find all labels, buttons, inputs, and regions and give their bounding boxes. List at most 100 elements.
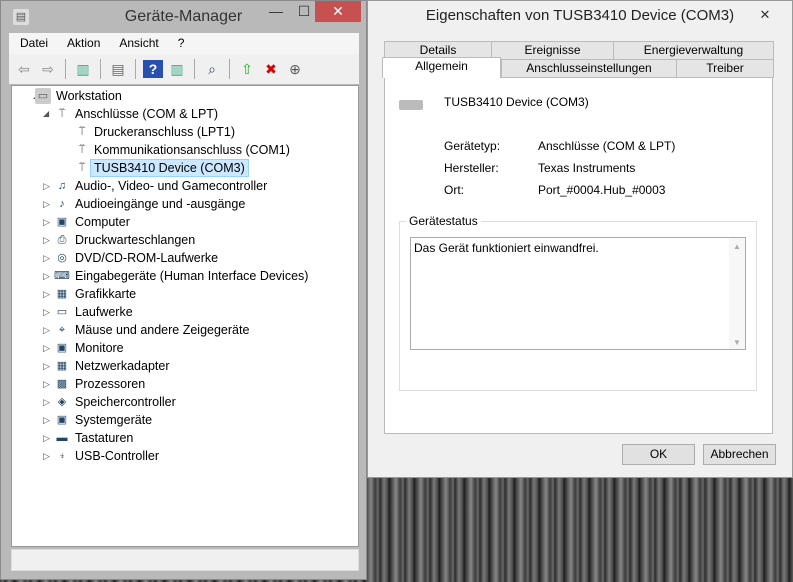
tab-ereignisse[interactable]: Ereignisse	[491, 41, 614, 60]
menu-bar: Datei Aktion Ansicht ?	[9, 33, 359, 54]
field-label: Hersteller:	[444, 161, 499, 175]
tab-energieverwaltung[interactable]: Energieverwaltung	[613, 41, 774, 60]
tab-panel-allgemein: TUSB3410 Device (COM3) Gerätetyp: Anschl…	[384, 77, 773, 434]
category-icon: ♪	[59, 198, 65, 210]
close-button[interactable]: ✕	[315, 1, 361, 22]
category-icon: ▬	[56, 432, 68, 444]
tree-label: Kommunikationsanschluss (COM1)	[94, 143, 290, 157]
category-icon: ▭	[56, 306, 68, 318]
tab-allgemein[interactable]: Allgemein	[382, 57, 501, 78]
ok-button[interactable]: OK	[622, 444, 695, 465]
expand-icon[interactable]: ▷	[43, 447, 53, 465]
field-value: Texas Instruments	[538, 161, 636, 175]
expand-icon[interactable]: ▷	[43, 429, 53, 447]
status-textbox[interactable]: Das Gerät funktioniert einwandfrei. ▲ ▼	[410, 237, 746, 350]
category-icon: ⍖	[58, 450, 66, 462]
tree-label: Monitore	[75, 341, 124, 355]
dialog-title: Eigenschaften von TUSB3410 Device (COM3)	[425, 7, 735, 24]
category-icon: ♫	[57, 180, 67, 192]
minimize-button[interactable]: —	[261, 1, 291, 22]
tree-label: Prozessoren	[75, 377, 146, 391]
tree-label: Grafikkarte	[75, 287, 137, 301]
properties-icon[interactable]: ▤	[108, 60, 128, 78]
tree-label: Systemgeräte	[75, 413, 153, 427]
field-value: Anschlüsse (COM & LPT)	[538, 139, 676, 153]
forward-arrow-icon[interactable]: ⇨	[38, 60, 58, 78]
separator	[100, 59, 101, 79]
expand-icon[interactable]: ▷	[43, 411, 53, 429]
expand-icon[interactable]: ▷	[43, 375, 53, 393]
back-arrow-icon[interactable]: ⇦	[14, 60, 34, 78]
expand-icon[interactable]: ▷	[43, 321, 53, 339]
port-icon: ⍡	[58, 108, 66, 120]
expand-icon[interactable]: ▷	[43, 357, 53, 375]
device-tree: ◢ ▭ Workstation ◢ ⍡ Anschlüsse (COM & LP…	[11, 85, 359, 547]
disable-device-icon[interactable]: ⊕	[285, 60, 305, 78]
tab-treiber[interactable]: Treiber	[676, 59, 774, 78]
device-status-group: Gerätestatus Das Gerät funktioniert einw…	[399, 214, 757, 391]
field-label: Gerätetyp:	[444, 139, 501, 153]
separator	[229, 59, 230, 79]
uninstall-icon[interactable]: ✖	[261, 60, 281, 78]
expand-icon[interactable]: ▷	[43, 285, 53, 303]
expand-icon[interactable]: ▷	[43, 303, 53, 321]
tree-label: Mäuse und andere Zeigegeräte	[75, 323, 250, 337]
separator	[65, 59, 66, 79]
expand-icon[interactable]: ▷	[43, 339, 53, 357]
expand-icon[interactable]: ▷	[43, 231, 53, 249]
menu-datei[interactable]: Datei	[9, 33, 56, 54]
category-icon: ▩	[56, 378, 68, 390]
computer-icon: ▭	[35, 88, 51, 104]
collapse-icon[interactable]: ◢	[43, 105, 53, 123]
console-tree-icon[interactable]: ▥	[73, 60, 93, 78]
group-title: Gerätestatus	[406, 214, 481, 228]
toolbar: ⇦ ⇨ ▥ ▤ ? ▥ ⌕ ⇧ ✖ ⊕	[9, 54, 359, 84]
category-icon: ⌨	[54, 270, 70, 282]
tree-label: Druckeranschluss (LPT1)	[94, 125, 236, 139]
tree-label: Eingabegeräte (Human Interface Devices)	[75, 269, 309, 283]
tree-label: Netzwerkadapter	[75, 359, 170, 373]
expand-icon[interactable]: ▷	[43, 177, 53, 195]
category-icon: ⎙	[57, 234, 67, 246]
category-icon: ▣	[56, 342, 68, 354]
category-icon: ◎	[57, 252, 67, 264]
expand-icon[interactable]: ▷	[43, 267, 53, 285]
tab-anschlusseinstellungen[interactable]: Anschlusseinstellungen	[501, 59, 677, 78]
update-driver-icon[interactable]: ⇧	[237, 60, 257, 78]
separator	[135, 59, 136, 79]
menu-ansicht[interactable]: Ansicht	[108, 33, 166, 54]
tree-label: Speichercontroller	[75, 395, 176, 409]
expand-icon[interactable]: ▷	[43, 213, 53, 231]
title-bar[interactable]: ▤ Geräte-Manager — ☐ ✕	[1, 1, 366, 34]
category-icon: ▣	[56, 414, 68, 426]
help-icon[interactable]: ?	[143, 60, 163, 78]
cancel-button[interactable]: Abbrechen	[703, 444, 776, 465]
properties-dialog: Eigenschaften von TUSB3410 Device (COM3)…	[367, 0, 793, 478]
tree-label: DVD/CD-ROM-Laufwerke	[75, 251, 219, 265]
tree-label: USB-Controller	[75, 449, 160, 463]
status-text: Das Gerät funktioniert einwandfrei.	[414, 241, 599, 255]
close-button[interactable]: ✕	[750, 5, 780, 26]
tree-label: TUSB3410 Device (COM3)	[90, 159, 249, 177]
vertical-scrollbar[interactable]: ▲ ▼	[729, 238, 745, 349]
expand-icon[interactable]: ▷	[43, 393, 53, 411]
maximize-button[interactable]: ☐	[293, 1, 315, 22]
tree-label: Laufwerke	[75, 305, 133, 319]
action-pane-icon[interactable]: ▥	[167, 60, 187, 78]
menu-aktion[interactable]: Aktion	[56, 33, 108, 54]
port-icon: ⍡	[78, 144, 86, 156]
category-icon: ▦	[56, 360, 68, 372]
expand-icon[interactable]: ▷	[43, 249, 53, 267]
tree-label: Computer	[75, 215, 130, 229]
tree-label: Workstation	[56, 89, 122, 103]
expand-icon[interactable]: ▷	[43, 195, 53, 213]
tree-label: Audioeingänge und -ausgänge	[75, 197, 246, 211]
field-value: Port_#0004.Hub_#0003	[538, 183, 666, 197]
category-icon: ⌖	[58, 324, 66, 336]
separator	[194, 59, 195, 79]
menu-help[interactable]: ?	[167, 33, 193, 54]
category-icon: ▦	[56, 288, 68, 300]
scan-hardware-icon[interactable]: ⌕	[202, 60, 222, 78]
port-icon: ⍡	[78, 126, 86, 138]
field-label: Ort:	[444, 183, 464, 197]
